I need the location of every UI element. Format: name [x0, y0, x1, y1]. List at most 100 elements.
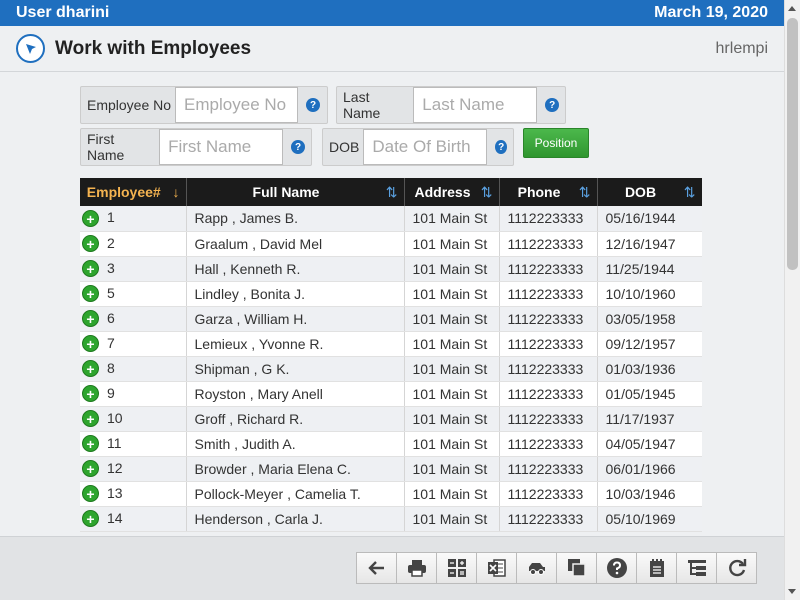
address-cell: 101 Main St — [404, 381, 500, 407]
dob-cell: 11/25/1944 — [597, 256, 702, 282]
phone-cell: 1112223333 — [499, 506, 598, 532]
expand-row-icon[interactable]: + — [82, 435, 99, 453]
dob-cell: 10/10/1960 — [597, 281, 702, 307]
address-cell: 101 Main St — [404, 456, 500, 482]
employee-number-cell: +12 — [80, 456, 187, 482]
address-cell: 101 Main St — [404, 281, 500, 307]
employee-number: 2 — [107, 234, 115, 251]
column-label: Full Name — [252, 184, 320, 200]
table-row[interactable]: +6 Garza , William H. 101 Main St 111222333… — [80, 306, 702, 332]
full-name-cell: Rapp , James B. — [186, 206, 405, 232]
print-icon[interactable] — [396, 552, 437, 584]
employee-no-input[interactable] — [175, 87, 299, 123]
table-row[interactable]: +3 Hall , Kenneth R. 101 Main St 1112223333… — [80, 256, 702, 282]
table-row[interactable]: +11 Smith , Judith A. 101 Main St 111222333… — [80, 431, 702, 457]
phone-cell: 1112223333 — [499, 306, 598, 332]
expand-row-icon[interactable]: + — [82, 410, 99, 428]
title-bar: Work with Employees hrlempi — [0, 26, 784, 72]
grid-header-row: Employee# ↓ Full Name ⇅ Address ⇅ Phone ⇅ DO… — [80, 178, 702, 206]
expand-row-icon[interactable]: + — [82, 360, 99, 378]
dob-label: DOB — [329, 139, 360, 155]
table-row[interactable]: +13 Pollock-Meyer , Camelia T. 101 Main St… — [80, 481, 702, 507]
back-arrow-icon[interactable] — [356, 552, 397, 584]
expand-row-icon[interactable]: + — [82, 335, 99, 353]
dob-cell: 11/17/1937 — [597, 406, 702, 432]
employee-no-label: Employee No — [87, 97, 172, 113]
help-icon[interactable]: ? — [545, 98, 559, 112]
help-icon[interactable] — [596, 552, 637, 584]
address-cell: 101 Main St — [404, 406, 500, 432]
scroll-up-icon[interactable] — [788, 6, 796, 11]
first-name-filter: First Name ? — [80, 128, 312, 166]
address-cell: 101 Main St — [404, 256, 500, 282]
expand-row-icon[interactable]: + — [82, 460, 99, 478]
employee-number-cell: +1 — [80, 206, 187, 232]
scroll-down-icon[interactable] — [788, 589, 796, 594]
expand-row-icon[interactable]: + — [82, 485, 99, 503]
dob-input[interactable] — [363, 129, 488, 165]
calculator-icon[interactable] — [436, 552, 477, 584]
employee-number-cell: +11 — [80, 431, 187, 457]
tree-icon[interactable] — [676, 552, 717, 584]
navigation-icon[interactable] — [16, 34, 45, 63]
employee-number-cell: +10 — [80, 406, 187, 432]
employee-number-cell: +3 — [80, 256, 187, 282]
employee-number-cell: +5 — [80, 281, 187, 307]
full-name-cell: Henderson , Carla J. — [186, 506, 405, 532]
table-row[interactable]: +12 Browder , Maria Elena C. 101 Main St 11… — [80, 456, 702, 482]
car-icon[interactable] — [516, 552, 557, 584]
sort-icon[interactable]: ⇅ — [684, 184, 696, 201]
sort-icon[interactable]: ⇅ — [579, 184, 591, 201]
help-icon[interactable]: ? — [306, 98, 321, 112]
expand-row-icon[interactable]: + — [82, 310, 99, 328]
copy-icon[interactable] — [556, 552, 597, 584]
sort-icon[interactable]: ⇅ — [481, 184, 493, 201]
employee-no-filter: Employee No ? — [80, 86, 328, 124]
dob-cell: 03/05/1958 — [597, 306, 702, 332]
full-name-cell: Groff , Richard R. — [186, 406, 405, 432]
table-row[interactable]: +14 Henderson , Carla J. 101 Main St 111222… — [80, 506, 702, 532]
help-icon[interactable]: ? — [291, 140, 305, 154]
table-row[interactable]: +5 Lindley , Bonita J. 101 Main St 11122233… — [80, 281, 702, 307]
notepad-icon[interactable] — [636, 552, 677, 584]
expand-row-icon[interactable]: + — [82, 285, 99, 303]
expand-row-icon[interactable]: + — [82, 210, 99, 228]
column-address[interactable]: Address ⇅ — [404, 178, 500, 206]
expand-row-icon[interactable]: + — [82, 510, 99, 528]
top-bar: User dharini March 19, 2020 — [0, 0, 784, 26]
sort-desc-icon[interactable]: ↓ — [173, 184, 180, 200]
page-scrollbar[interactable] — [784, 0, 800, 600]
expand-row-icon[interactable]: + — [82, 385, 99, 403]
help-icon[interactable]: ? — [495, 140, 507, 154]
table-row[interactable]: +2 Graalum , David Mel 101 Main St 11122233… — [80, 231, 702, 257]
employee-number-cell: +13 — [80, 481, 187, 507]
employee-grid: Employee# ↓ Full Name ⇅ Address ⇅ Phone ⇅ DO… — [80, 178, 702, 536]
table-row[interactable]: +8 Shipman , G K. 101 Main St 1112223333 01/… — [80, 356, 702, 382]
phone-cell: 1112223333 — [499, 431, 598, 457]
expand-row-icon[interactable]: + — [82, 260, 99, 278]
column-dob[interactable]: DOB ⇅ — [597, 178, 702, 206]
scroll-thumb[interactable] — [787, 18, 798, 270]
table-row[interactable]: +10 Groff , Richard R. 101 Main St 11122233… — [80, 406, 702, 432]
sort-icon[interactable]: ⇅ — [386, 184, 398, 201]
address-cell: 101 Main St — [404, 206, 500, 232]
excel-icon[interactable] — [476, 552, 517, 584]
column-full-name[interactable]: Full Name ⇅ — [186, 178, 405, 206]
position-button[interactable]: Position — [523, 128, 589, 158]
last-name-input[interactable] — [413, 87, 538, 123]
first-name-input[interactable] — [159, 129, 284, 165]
dob-cell: 01/03/1936 — [597, 356, 702, 382]
refresh-icon[interactable] — [716, 552, 757, 584]
column-phone[interactable]: Phone ⇅ — [499, 178, 598, 206]
expand-row-icon[interactable]: + — [82, 235, 99, 253]
full-name-cell: Graalum , David Mel — [186, 231, 405, 257]
table-row[interactable]: +7 Lemieux , Yvonne R. 101 Main St 11122233… — [80, 331, 702, 357]
employee-number-cell: +7 — [80, 331, 187, 357]
table-row[interactable]: +1 Rapp , James B. 101 Main St 1112223333 05… — [80, 206, 702, 232]
address-cell: 101 Main St — [404, 231, 500, 257]
phone-cell: 1112223333 — [499, 206, 598, 232]
table-row[interactable]: +9 Royston , Mary Anell 101 Main St 1112223… — [80, 381, 702, 407]
phone-cell: 1112223333 — [499, 381, 598, 407]
column-employee-number[interactable]: Employee# ↓ — [80, 178, 187, 206]
dob-cell: 04/05/1947 — [597, 431, 702, 457]
